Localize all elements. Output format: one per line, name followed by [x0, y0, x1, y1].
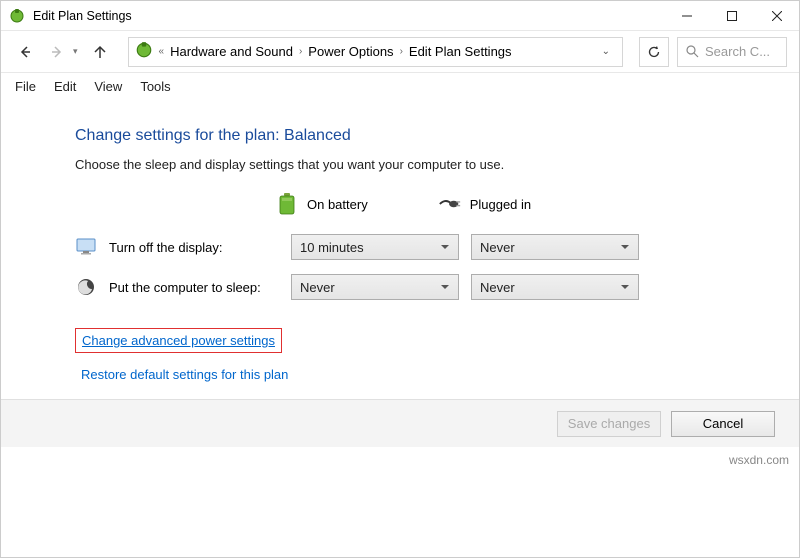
sleep-plugged-select[interactable]: Never [471, 274, 639, 300]
button-bar: Save changes Cancel [1, 399, 799, 447]
content-area: Change settings for the plan: Balanced C… [1, 99, 799, 396]
column-battery-label: On battery [307, 197, 368, 212]
sleep-icon [75, 276, 97, 298]
navbar: ▾ « Hardware and Sound › Power Options ›… [1, 31, 799, 73]
restore-defaults-link[interactable]: Restore default settings for this plan [75, 363, 294, 386]
address-bar[interactable]: « Hardware and Sound › Power Options › E… [128, 37, 623, 67]
row-sleep: Put the computer to sleep: Never Never [75, 274, 749, 300]
page-title: Change settings for the plan: Balanced [75, 127, 749, 145]
chevron-down-icon[interactable]: ⌄ [602, 46, 616, 57]
breadcrumb: Hardware and Sound › Power Options › Edi… [170, 44, 616, 59]
app-icon [9, 8, 25, 24]
links-section: Change advanced power settings Restore d… [75, 328, 749, 396]
up-button[interactable] [88, 40, 112, 64]
column-battery: On battery [275, 192, 368, 216]
plug-icon [438, 192, 462, 216]
search-placeholder: Search C... [705, 44, 770, 59]
display-icon [75, 236, 97, 258]
battery-icon [275, 192, 299, 216]
breadcrumb-item[interactable]: Edit Plan Settings [409, 44, 512, 59]
breadcrumb-item[interactable]: Power Options [308, 44, 393, 59]
display-label: Turn off the display: [109, 240, 279, 255]
display-battery-select[interactable]: 10 minutes [291, 234, 459, 260]
cancel-button[interactable]: Cancel [671, 411, 775, 437]
column-plugged-label: Plugged in [470, 197, 531, 212]
window-title: Edit Plan Settings [33, 9, 664, 23]
breadcrumb-item[interactable]: Hardware and Sound [170, 44, 293, 59]
window-controls [664, 1, 799, 30]
forward-button[interactable] [45, 40, 69, 64]
search-icon [686, 45, 699, 58]
chevron-right-icon: › [299, 46, 302, 57]
advanced-settings-link[interactable]: Change advanced power settings [75, 328, 282, 353]
save-button[interactable]: Save changes [557, 411, 661, 437]
column-plugged: Plugged in [438, 192, 531, 216]
location-icon [135, 41, 153, 62]
menu-view[interactable]: View [94, 79, 122, 94]
page-subtitle: Choose the sleep and display settings th… [75, 157, 749, 172]
sleep-label: Put the computer to sleep: [109, 280, 279, 295]
column-headers: On battery Plugged in [275, 192, 749, 216]
minimize-button[interactable] [664, 1, 709, 31]
titlebar: Edit Plan Settings [1, 1, 799, 31]
display-plugged-select[interactable]: Never [471, 234, 639, 260]
chevron-right-icon: › [400, 46, 403, 57]
menu-file[interactable]: File [15, 79, 36, 94]
history-dropdown[interactable]: ▾ [73, 46, 78, 57]
maximize-button[interactable] [709, 1, 754, 31]
watermark: wsxdn.com [729, 453, 789, 467]
close-button[interactable] [754, 1, 799, 31]
menubar: File Edit View Tools [1, 73, 799, 99]
menu-tools[interactable]: Tools [140, 79, 170, 94]
search-input[interactable]: Search C... [677, 37, 787, 67]
row-display: Turn off the display: 10 minutes Never [75, 234, 749, 260]
back-button[interactable] [13, 40, 37, 64]
chevron-left-icon: « [159, 46, 165, 57]
refresh-button[interactable] [639, 37, 669, 67]
menu-edit[interactable]: Edit [54, 79, 76, 94]
sleep-battery-select[interactable]: Never [291, 274, 459, 300]
